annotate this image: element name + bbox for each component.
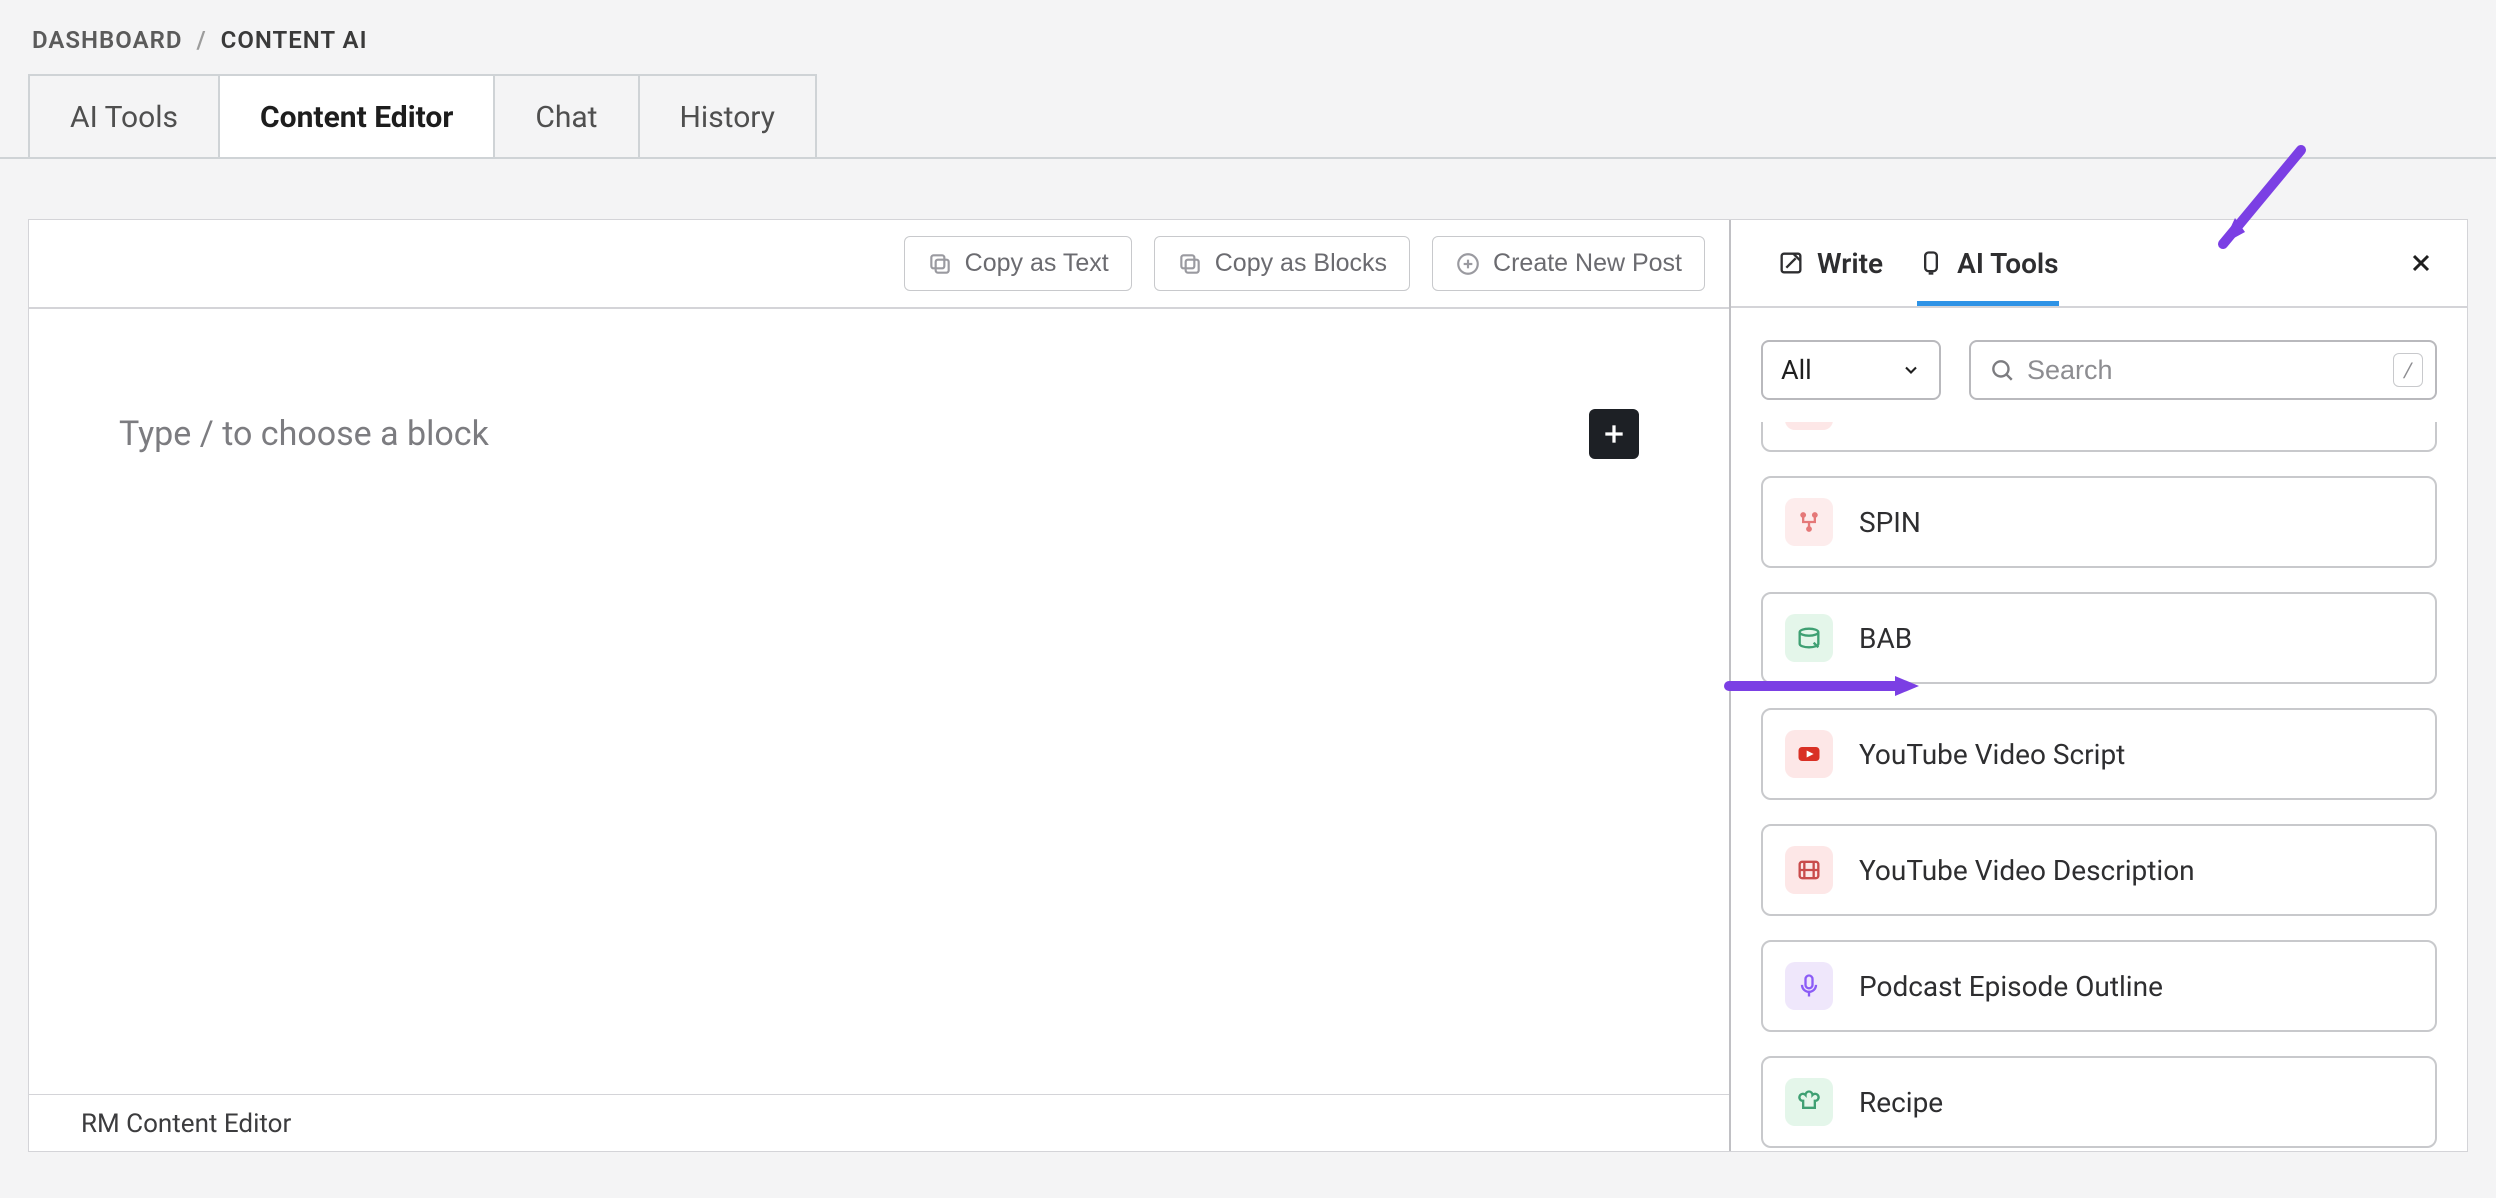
chevron-down-icon [1901,360,1921,380]
bab-icon [1785,614,1833,662]
panel-tab-ai-tools-label: AI Tools [1957,247,2058,280]
copy-as-blocks-button[interactable]: Copy as Blocks [1154,236,1410,291]
tool-hero-label: HERO [1859,422,1931,423]
close-icon [2409,251,2433,275]
tool-podcast-outline-label: Podcast Episode Outline [1859,970,2163,1003]
panel-tab-write[interactable]: Write [1777,220,1883,306]
tool-spin[interactable]: SPIN [1761,476,2437,568]
search-shortcut-hint: / [2393,353,2423,387]
category-select-label: All [1781,354,1812,386]
editor-column: Copy as Text Copy as Blocks Create New P… [29,220,1731,1151]
breadcrumb: DASHBOARD / CONTENT AI [0,0,2496,74]
tool-youtube-description-label: YouTube Video Description [1859,854,2195,887]
panel-tab-ai-tools[interactable]: AI Tools [1917,220,2058,306]
tab-chat[interactable]: Chat [493,74,637,159]
breadcrumb-root[interactable]: DASHBOARD [32,26,182,54]
close-panel-button[interactable] [2401,243,2441,283]
panel-filters: All / [1731,308,2467,422]
tool-list: HERO SPIN BAB [1731,422,2467,1151]
tab-content-editor[interactable]: Content Editor [218,74,493,159]
editor-placeholder: Type / to choose a block [119,414,489,454]
hero-icon [1785,422,1833,430]
search-input[interactable] [2027,355,2381,386]
tool-youtube-script-label: YouTube Video Script [1859,738,2125,771]
create-new-post-label: Create New Post [1493,249,1682,278]
workspace: Copy as Text Copy as Blocks Create New P… [28,219,2468,1152]
create-new-post-button[interactable]: Create New Post [1432,236,1705,291]
category-select[interactable]: All [1761,340,1941,400]
editor-body[interactable]: Type / to choose a block [29,309,1729,1094]
breadcrumb-current: CONTENT AI [221,26,368,54]
chef-icon [1785,1078,1833,1126]
tool-bab-label: BAB [1859,622,1912,655]
tool-recipe-label: Recipe [1859,1086,1943,1119]
tab-underline [0,157,2496,159]
tool-podcast-outline[interactable]: Podcast Episode Outline [1761,940,2437,1032]
tool-recipe[interactable]: Recipe [1761,1056,2437,1148]
search-field[interactable]: / [1969,340,2437,400]
youtube-icon [1785,730,1833,778]
editor-footer: RM Content Editor [29,1094,1729,1151]
mic-icon [1785,962,1833,1010]
copy-as-text-label: Copy as Text [965,249,1109,278]
editor-toolbar: Copy as Text Copy as Blocks Create New P… [29,220,1729,309]
ai-tools-panel: Write AI Tools All / [1731,220,2467,1151]
tool-youtube-script[interactable]: YouTube Video Script [1761,708,2437,800]
copy-as-text-button[interactable]: Copy as Text [904,236,1132,291]
copy-icon [1177,251,1203,277]
tool-hero[interactable]: HERO [1761,422,2437,452]
editor-footer-label: RM Content Editor [81,1109,291,1139]
search-icon [1989,357,2015,383]
tools-icon [1917,249,1945,277]
add-block-button[interactable] [1589,409,1639,459]
copy-icon [927,251,953,277]
plus-circle-icon [1455,251,1481,277]
tab-ai-tools[interactable]: AI Tools [28,74,218,159]
copy-as-blocks-label: Copy as Blocks [1215,249,1387,278]
tool-bab[interactable]: BAB [1761,592,2437,684]
panel-tabs: Write AI Tools [1731,220,2467,308]
main-tabs: AI Tools Content Editor Chat History [0,74,2496,159]
edit-icon [1777,249,1805,277]
panel-tab-write-label: Write [1817,247,1883,280]
film-icon [1785,846,1833,894]
breadcrumb-separator: / [196,26,206,54]
spin-icon [1785,498,1833,546]
tool-spin-label: SPIN [1859,506,1921,539]
tool-youtube-description[interactable]: YouTube Video Description [1761,824,2437,916]
tab-history[interactable]: History [638,74,817,159]
